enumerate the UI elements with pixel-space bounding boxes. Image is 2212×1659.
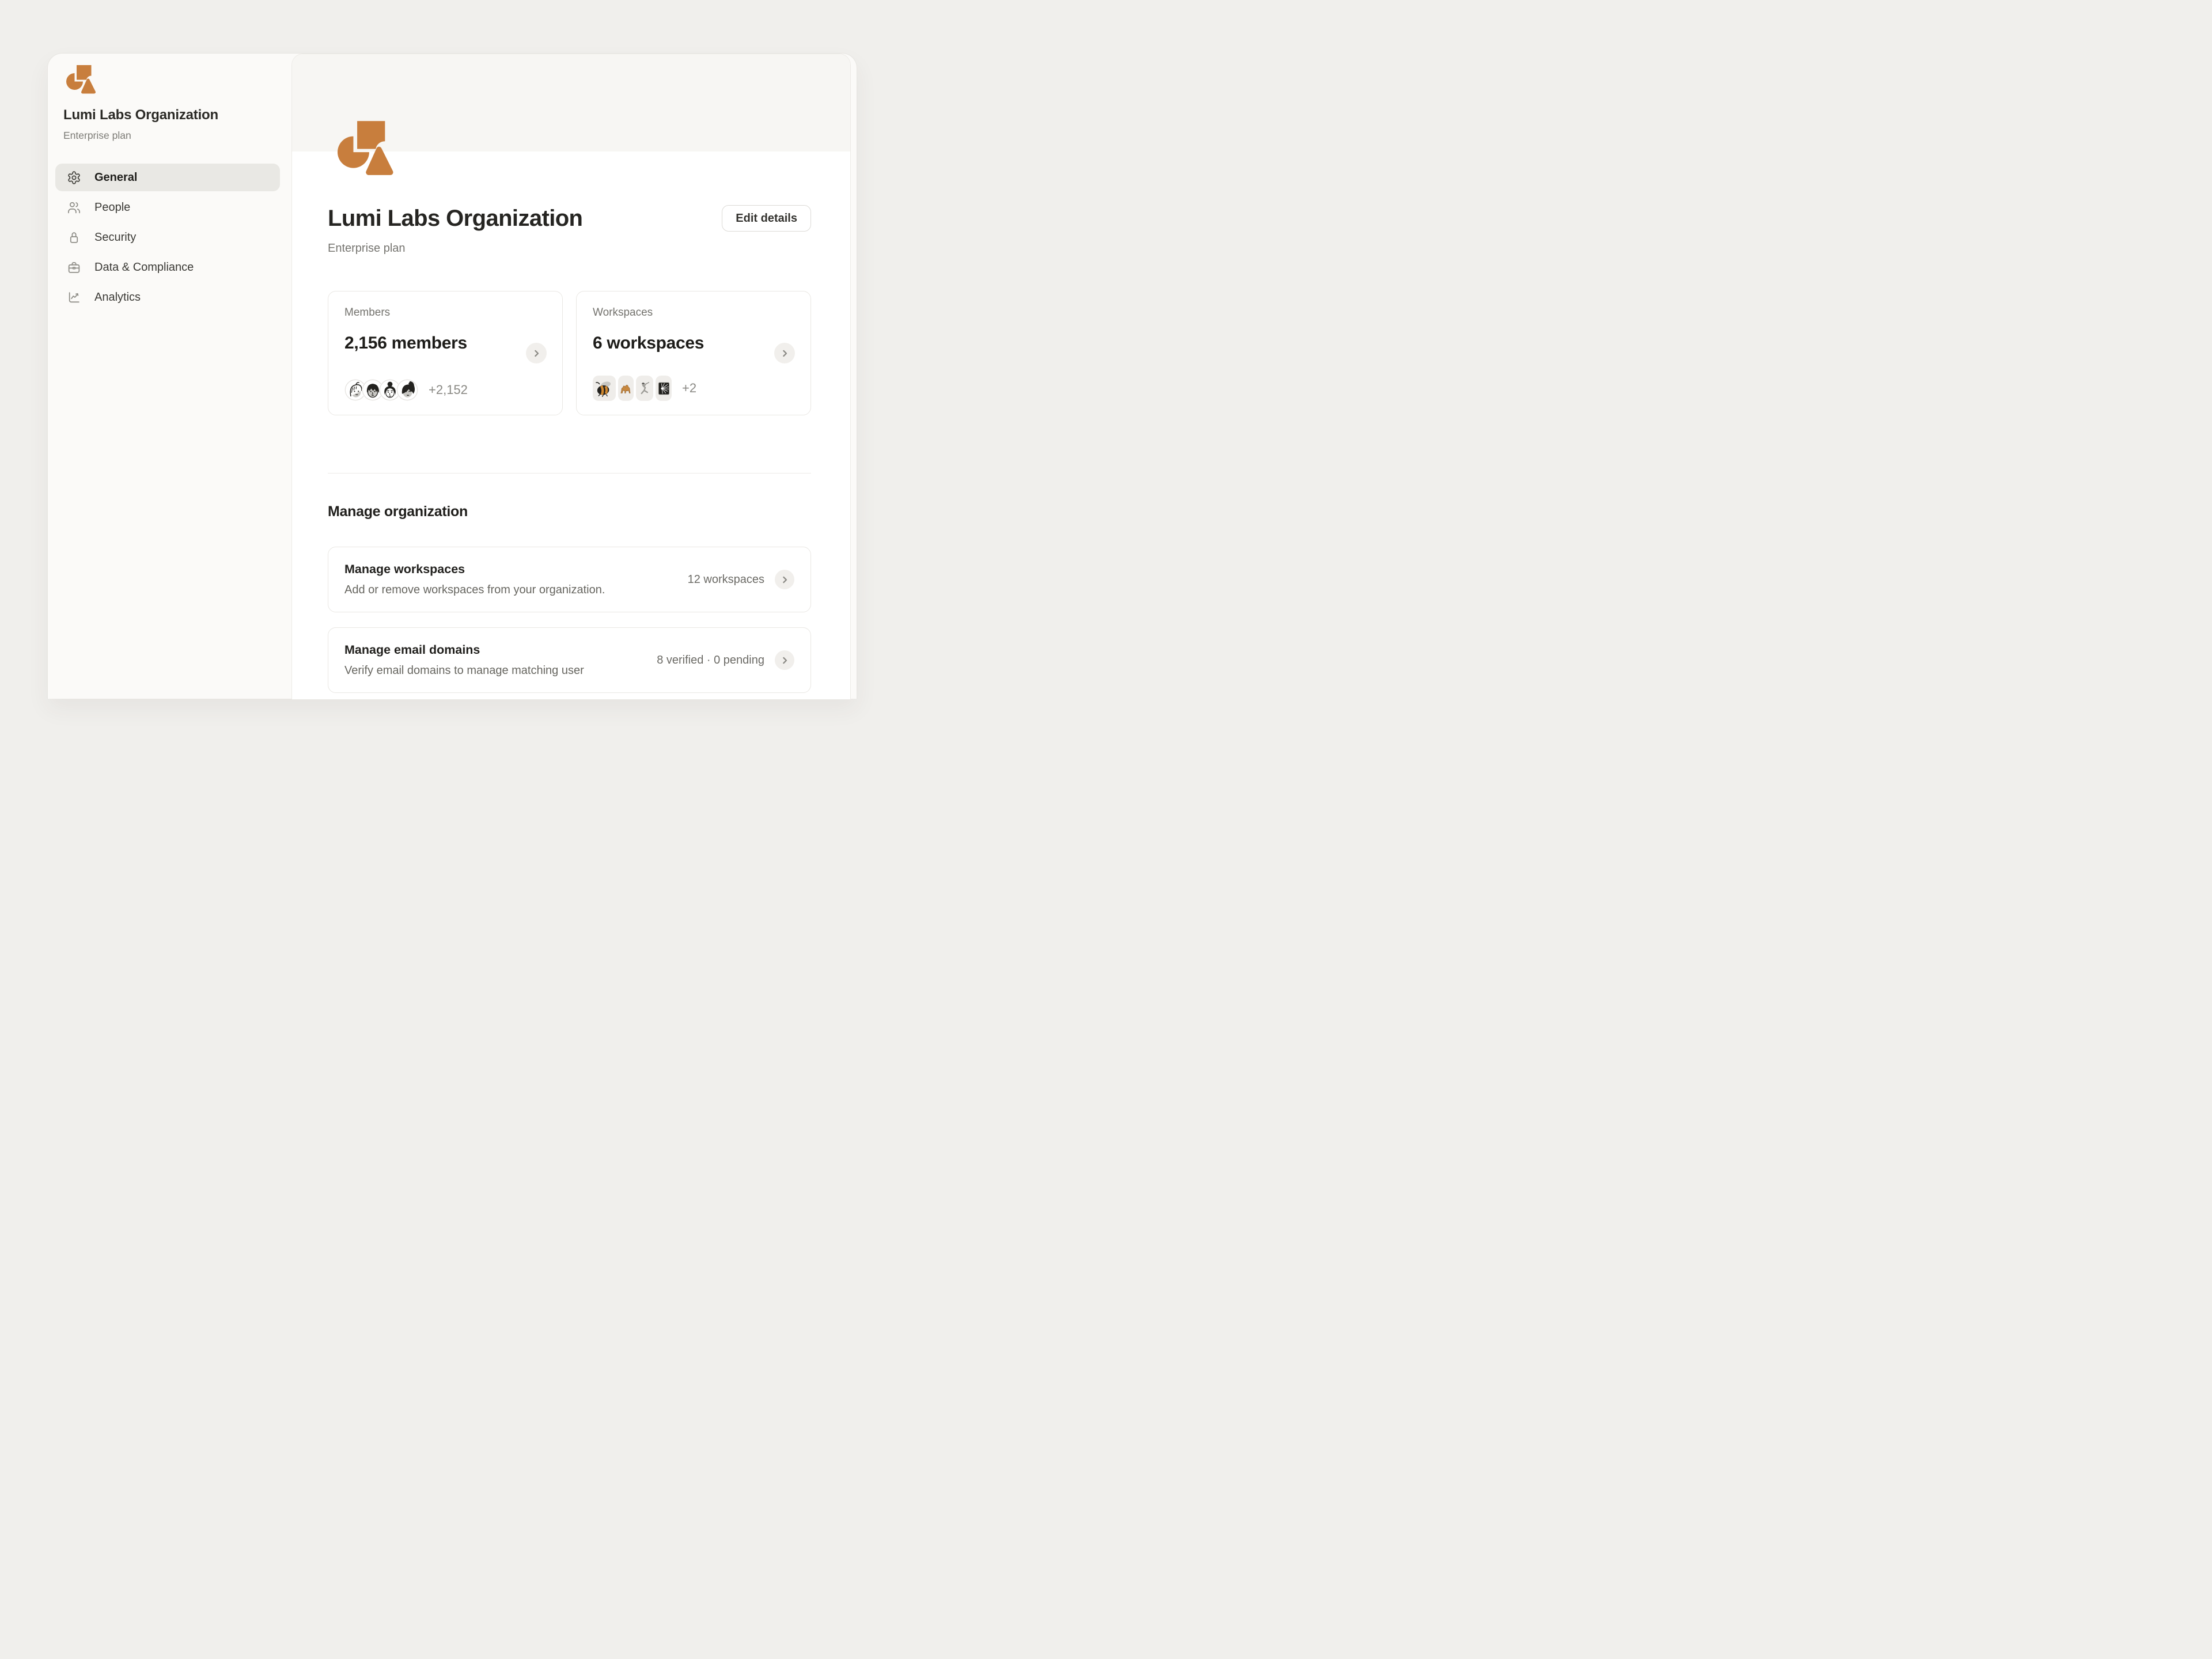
row-description: Verify email domains to manage matching … — [344, 664, 584, 677]
manage-rows: Manage workspaces Add or remove workspac… — [328, 547, 811, 693]
app-window: Lumi Labs Organization Enterprise plan G… — [47, 53, 857, 699]
manage-email-domains-chevron-button[interactable] — [775, 650, 794, 670]
sidebar-item-people[interactable]: People — [55, 194, 280, 221]
members-card[interactable]: Members 2,156 members — [328, 291, 563, 415]
sidebar-item-analytics[interactable]: Analytics — [55, 283, 280, 311]
sidebar-plan-label: Enterprise plan — [63, 130, 131, 142]
users-icon — [67, 200, 81, 215]
briefcase-icon — [67, 260, 81, 275]
sidebar: Lumi Labs Organization Enterprise plan G… — [48, 54, 291, 699]
plan-label: Enterprise plan — [328, 242, 811, 255]
chevron-right-icon — [780, 656, 790, 665]
gear-icon — [67, 171, 81, 185]
avatar-ponytail-icon — [396, 379, 418, 401]
page-title: Lumi Labs Organization — [328, 204, 582, 232]
row-description: Add or remove workspaces from your organ… — [344, 584, 605, 597]
sidebar-nav: General People — [55, 164, 280, 311]
workspace-icons — [593, 376, 672, 401]
chevron-right-icon — [780, 349, 790, 358]
chart-line-icon — [67, 290, 81, 305]
members-card-label: Members — [344, 306, 546, 319]
lumi-labs-logo — [66, 65, 99, 94]
sidebar-item-general[interactable]: General — [55, 164, 280, 191]
manage-email-domains-row[interactable]: Manage email domains Verify email domain… — [328, 627, 811, 693]
lumi-labs-logo — [338, 121, 399, 176]
workspaces-chevron-button[interactable] — [774, 343, 795, 363]
sparkler-icon — [656, 376, 672, 401]
section-divider — [328, 473, 811, 474]
workspaces-card[interactable]: Workspaces 6 workspaces — [576, 291, 811, 415]
chevron-right-icon — [532, 349, 541, 358]
organization-settings-screen: Lumi Labs Organization Enterprise plan G… — [0, 0, 903, 677]
sidebar-item-security[interactable]: Security — [55, 224, 280, 251]
fencer-icon — [636, 376, 653, 401]
workspaces-count: 6 workspaces — [593, 334, 794, 353]
sidebar-item-label: Data & Compliance — [94, 261, 194, 274]
member-avatars — [344, 379, 418, 401]
stat-cards: Members 2,156 members — [328, 291, 811, 415]
row-meta: 8 verified · 0 pending — [657, 654, 764, 667]
sidebar-org-name: Lumi Labs Organization — [63, 107, 218, 123]
sidebar-item-label: General — [94, 171, 137, 184]
bee-icon — [593, 376, 616, 401]
manage-organization-heading: Manage organization — [328, 503, 811, 520]
sidebar-item-label: People — [94, 201, 130, 214]
manage-workspaces-chevron-button[interactable] — [775, 570, 794, 589]
workspaces-card-label: Workspaces — [593, 306, 794, 319]
members-count: 2,156 members — [344, 334, 546, 353]
row-title: Manage workspaces — [344, 562, 605, 577]
lock-icon — [67, 230, 81, 245]
sidebar-item-label: Analytics — [94, 291, 141, 304]
edit-details-button[interactable]: Edit details — [722, 205, 811, 232]
sidebar-item-data-compliance[interactable]: Data & Compliance — [55, 253, 280, 281]
sidebar-item-label: Security — [94, 231, 136, 244]
members-overflow-count: +2,152 — [429, 382, 468, 397]
manage-workspaces-row[interactable]: Manage workspaces Add or remove workspac… — [328, 547, 811, 612]
row-title: Manage email domains — [344, 643, 584, 657]
camel-icon — [618, 376, 634, 401]
main-panel: Lumi Labs Organization Edit details Ente… — [291, 54, 851, 699]
chevron-right-icon — [780, 575, 790, 585]
workspaces-overflow-count: +2 — [682, 381, 696, 396]
members-chevron-button[interactable] — [526, 343, 547, 363]
row-meta: 12 workspaces — [688, 573, 764, 586]
